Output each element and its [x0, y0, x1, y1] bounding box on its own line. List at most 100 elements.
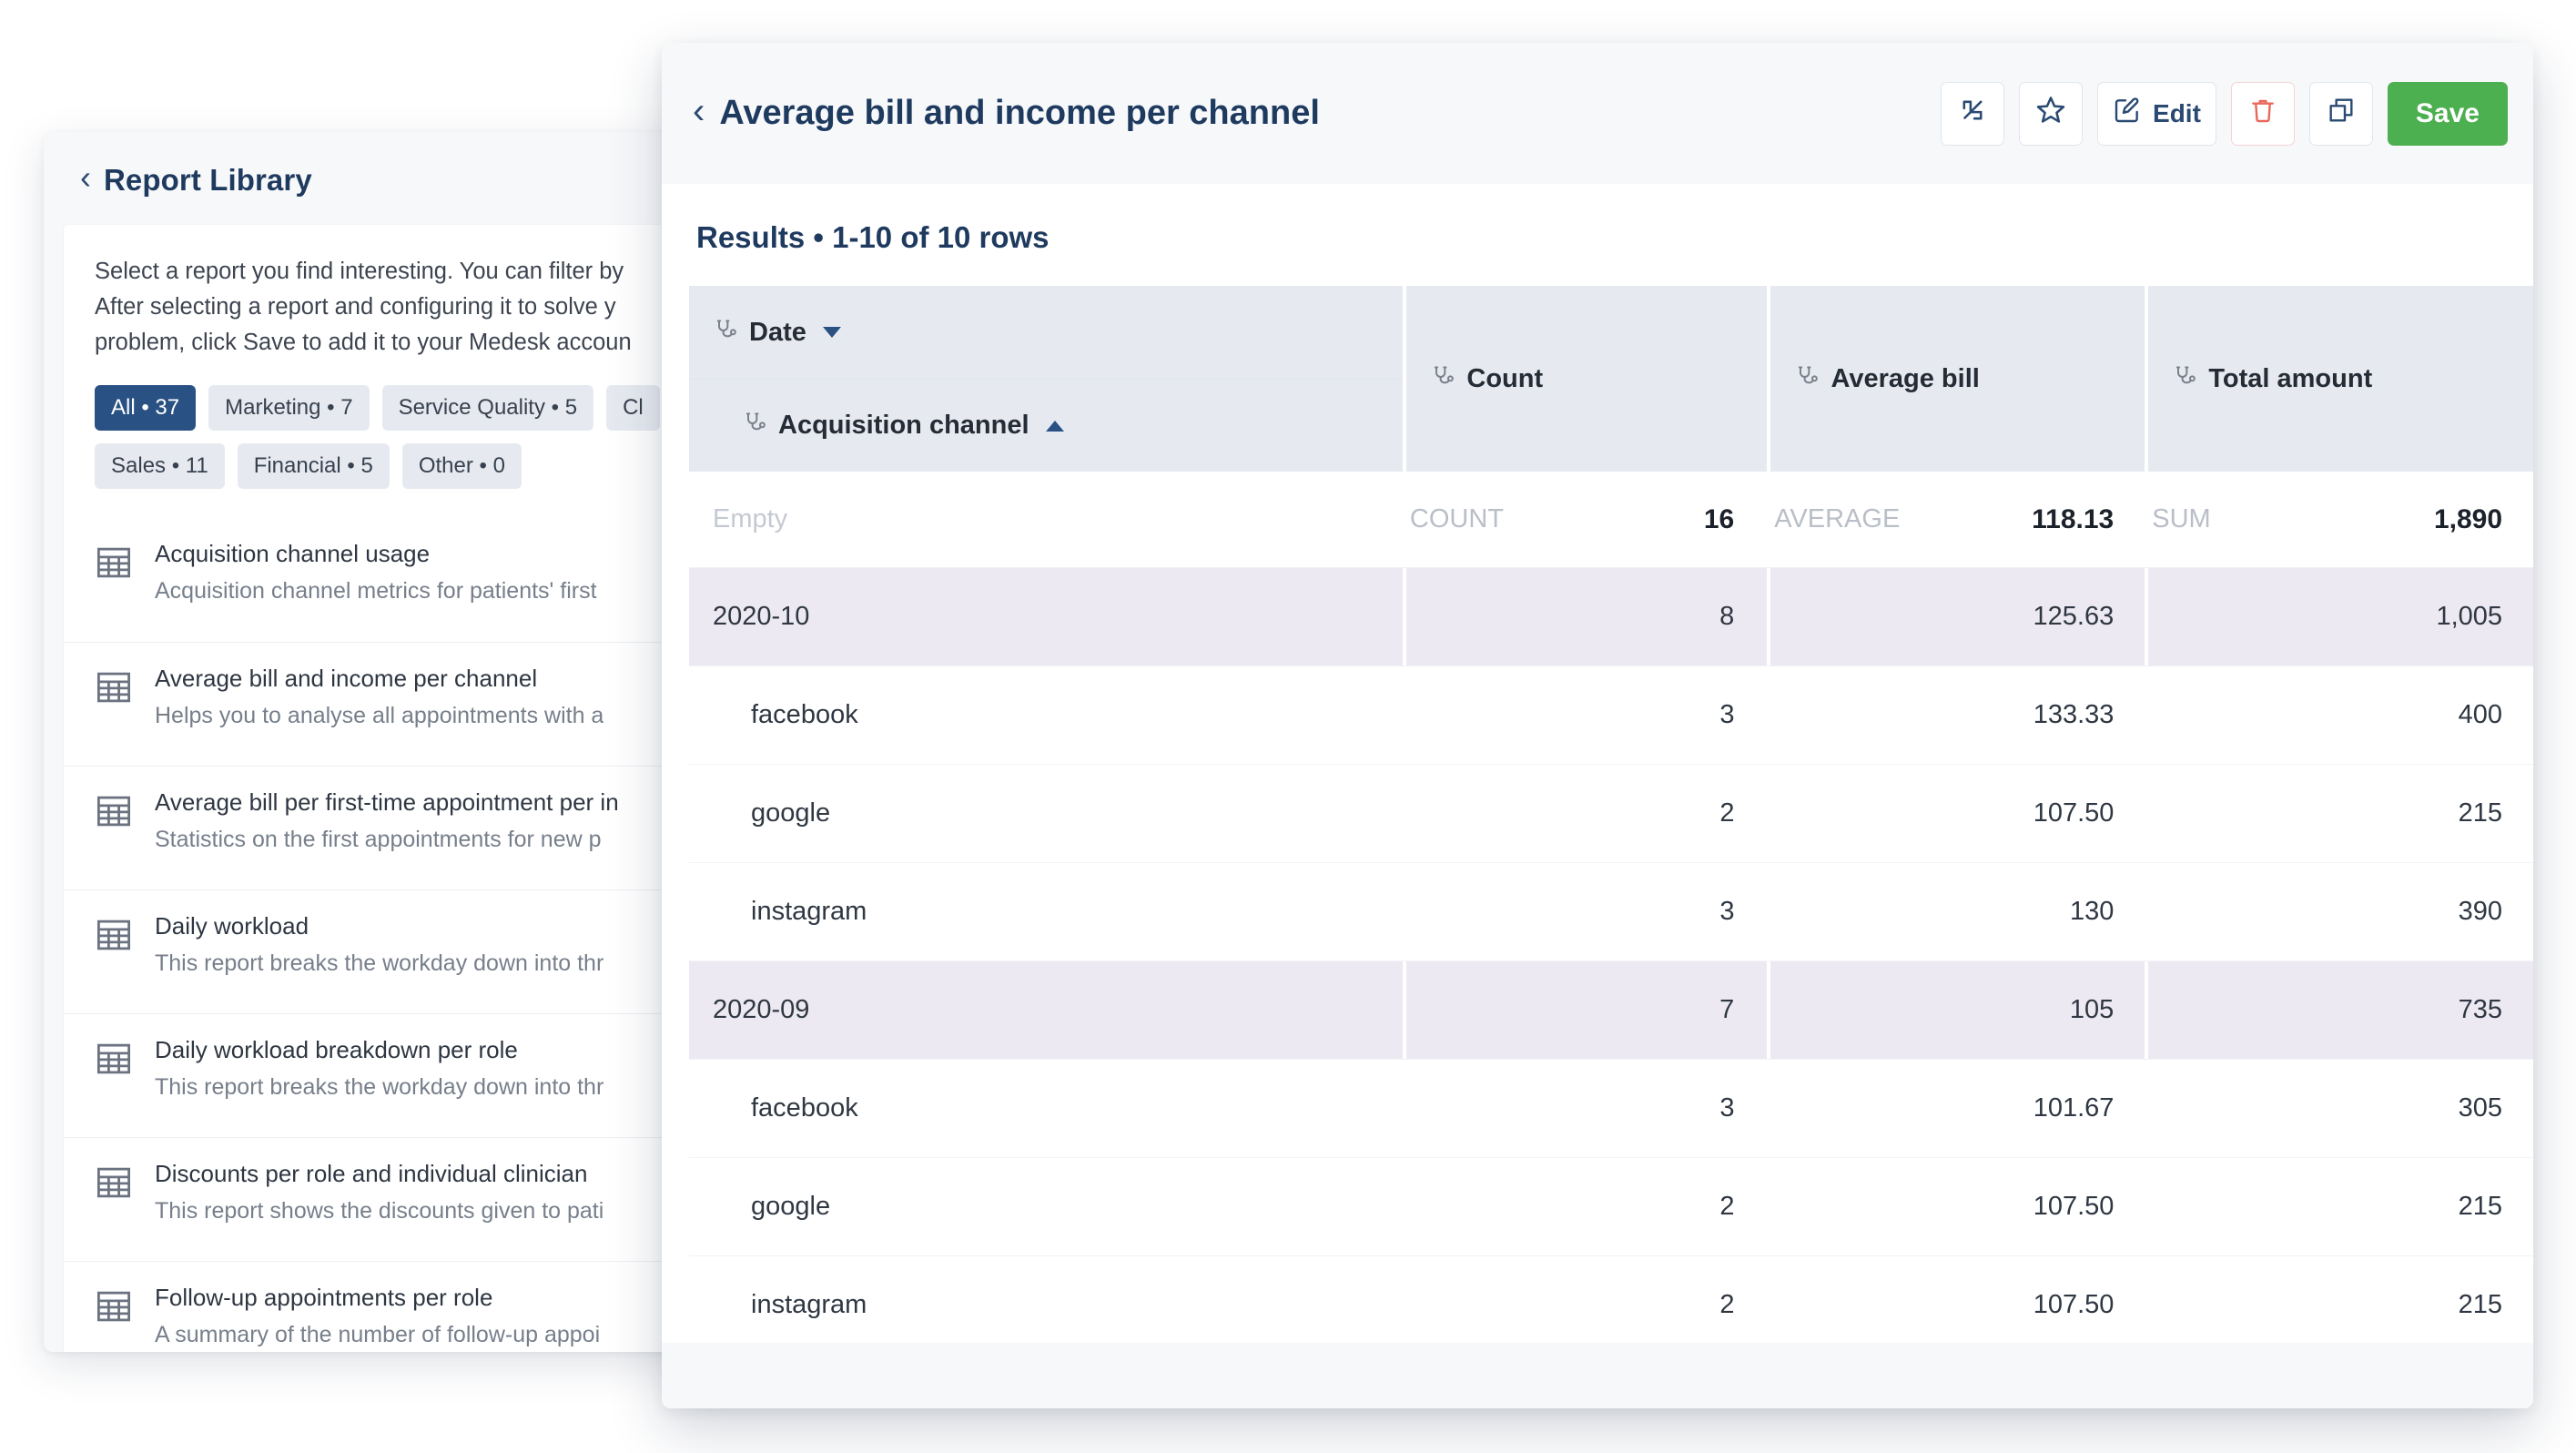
summary-total-value: 1,890 — [2433, 503, 2503, 534]
favorite-button[interactable] — [2019, 81, 2084, 146]
page-title: Report Library — [104, 163, 312, 197]
edit-button[interactable]: Edit — [2097, 81, 2216, 146]
report-name: Daily workload — [155, 912, 309, 940]
list-item-texts: Acquisition channel usage Acquisition ch… — [155, 538, 597, 607]
stethoscope-icon — [1430, 364, 1455, 394]
report-name: Daily workload breakdown per role — [155, 1036, 518, 1064]
summary-empty-label: Empty — [713, 504, 788, 533]
row-average-cell: 133.33 — [1771, 666, 2145, 764]
row-total: 215 — [2458, 1192, 2502, 1221]
column-header-date-channel: Date Acquisition channel — [689, 286, 1404, 472]
list-item-texts: Daily workload This report breaks the wo… — [155, 910, 603, 980]
row-average-cell: 130 — [1771, 863, 2145, 960]
copy-icon — [2327, 96, 2356, 131]
list-item-texts: Average bill per first-time appointment … — [155, 787, 619, 856]
list-item-texts: Discounts per role and individual clinic… — [155, 1158, 603, 1227]
row-total: 390 — [2458, 897, 2502, 926]
row-count: 3 — [1719, 700, 1735, 729]
list-item-texts: Daily workload breakdown per role This r… — [155, 1034, 603, 1103]
table-row[interactable]: facebook 3 133.33 400 — [689, 666, 2533, 765]
pencil-square-icon — [2113, 96, 2142, 131]
row-total-cell: 305 — [2148, 1060, 2533, 1157]
table-icon — [95, 668, 133, 711]
row-average: 107.50 — [2033, 1192, 2115, 1221]
duplicate-button[interactable] — [2308, 81, 2373, 146]
row-label: facebook — [751, 1093, 858, 1123]
filter-chip-clinical[interactable]: Cl — [606, 385, 660, 432]
row-label: google — [751, 798, 831, 828]
star-icon — [2034, 94, 2067, 133]
table-row[interactable]: google 2 107.50 215 — [689, 1158, 2533, 1256]
row-label-cell: facebook — [689, 666, 1403, 764]
filter-chip-all[interactable]: All • 37 — [95, 385, 197, 432]
save-button[interactable]: Save — [2387, 81, 2508, 146]
table-row[interactable]: facebook 3 101.67 305 — [689, 1059, 2533, 1158]
summary-count-agg: COUNT — [1409, 504, 1505, 533]
summary-count-value: 16 — [1703, 503, 1735, 534]
delete-button[interactable] — [2230, 81, 2295, 146]
chevron-up-icon — [1045, 420, 1064, 432]
screen-root: ‹ Report Library Select a report you fin… — [0, 0, 2576, 1453]
filter-chip-sales[interactable]: Sales • 11 — [95, 443, 225, 490]
report-description: A summary of the number of follow-up app… — [155, 1322, 601, 1348]
row-count: 2 — [1719, 1192, 1735, 1221]
summary-average-cell: AVERAGE 118.13 — [1770, 472, 2145, 567]
table-row-group[interactable]: 2020-10 8 125.63 1,005 — [689, 568, 2533, 666]
row-average-cell: 105 — [1770, 961, 2145, 1059]
row-label-cell: instagram — [689, 863, 1403, 960]
row-label: 2020-10 — [713, 602, 810, 631]
row-total-cell: 1,005 — [2148, 568, 2533, 666]
row-average: 107.50 — [2033, 1290, 2115, 1319]
row-total: 215 — [2458, 1290, 2502, 1319]
expand-button[interactable] — [1941, 81, 2005, 146]
row-average: 130 — [2070, 897, 2115, 926]
row-average-cell: 125.63 — [1770, 568, 2145, 666]
row-total-cell: 390 — [2148, 863, 2533, 960]
table-row[interactable]: instagram 2 107.50 215 — [689, 1256, 2533, 1343]
filter-chip-service-quality[interactable]: Service Quality • 5 — [381, 385, 594, 432]
filter-chip-marketing[interactable]: Marketing • 7 — [208, 385, 370, 432]
table-row-group[interactable]: 2020-09 7 105 735 — [689, 961, 2533, 1059]
row-label-cell: google — [689, 1158, 1403, 1255]
row-total: 1,005 — [2436, 602, 2503, 631]
table-row[interactable]: google 2 107.50 215 — [689, 765, 2533, 863]
column-header-count[interactable]: Count — [1406, 286, 1768, 472]
report-description: This report breaks the workday down into… — [155, 1074, 604, 1101]
row-average: 125.63 — [2033, 602, 2115, 631]
row-average: 101.67 — [2033, 1093, 2115, 1123]
column-header-acquisition-channel[interactable]: Acquisition channel — [689, 379, 1404, 472]
report-description: Statistics on the first appointments for… — [155, 827, 602, 853]
edit-button-label: Edit — [2153, 98, 2201, 127]
row-count: 7 — [1719, 995, 1735, 1024]
table-body: Empty COUNT 16 AVERAGE 118.13 SUM 1,890 … — [662, 472, 2533, 1343]
row-count-cell: 2 — [1406, 1256, 1767, 1343]
report-description: This report shows the discounts given to… — [155, 1198, 604, 1224]
report-description: Helps you to analyse all appointments wi… — [155, 703, 604, 729]
table-header-row: Date Acquisition channel Count Average b… — [662, 286, 2533, 472]
column-header-date[interactable]: Date — [689, 286, 1403, 379]
report-name: Discounts per role and individual clinic… — [155, 1160, 588, 1188]
row-count-cell: 3 — [1406, 863, 1767, 960]
table-row[interactable]: instagram 3 130 390 — [689, 863, 2533, 961]
stethoscope-icon — [2172, 364, 2197, 394]
row-label-cell: facebook — [689, 1060, 1403, 1157]
row-total: 215 — [2458, 798, 2502, 828]
summary-total-agg: SUM — [2152, 504, 2211, 533]
filter-chip-financial[interactable]: Financial • 5 — [237, 443, 390, 490]
column-header-average-bill[interactable]: Average bill — [1770, 286, 2145, 472]
list-item-texts: Average bill and income per channel Help… — [155, 663, 603, 732]
row-average-cell: 107.50 — [1771, 1158, 2145, 1255]
summary-count-cell: COUNT 16 — [1406, 472, 1767, 567]
row-label: instagram — [751, 1290, 867, 1319]
chevron-left-icon[interactable]: ‹ — [693, 93, 705, 129]
modal-body: Results • 1-10 of 10 rows Date Acquisiti… — [662, 184, 2533, 1343]
chevron-left-icon[interactable]: ‹ — [80, 161, 91, 194]
modal-header-left: ‹ Average bill and income per channel — [693, 93, 1320, 133]
filter-chip-other[interactable]: Other • 0 — [401, 443, 522, 490]
row-total-cell: 400 — [2148, 666, 2533, 764]
row-label: google — [751, 1192, 831, 1221]
modal-footer — [662, 1343, 2533, 1408]
row-label: facebook — [751, 700, 858, 729]
row-average-cell: 107.50 — [1771, 765, 2145, 862]
column-header-total-amount[interactable]: Total amount — [2148, 286, 2533, 472]
